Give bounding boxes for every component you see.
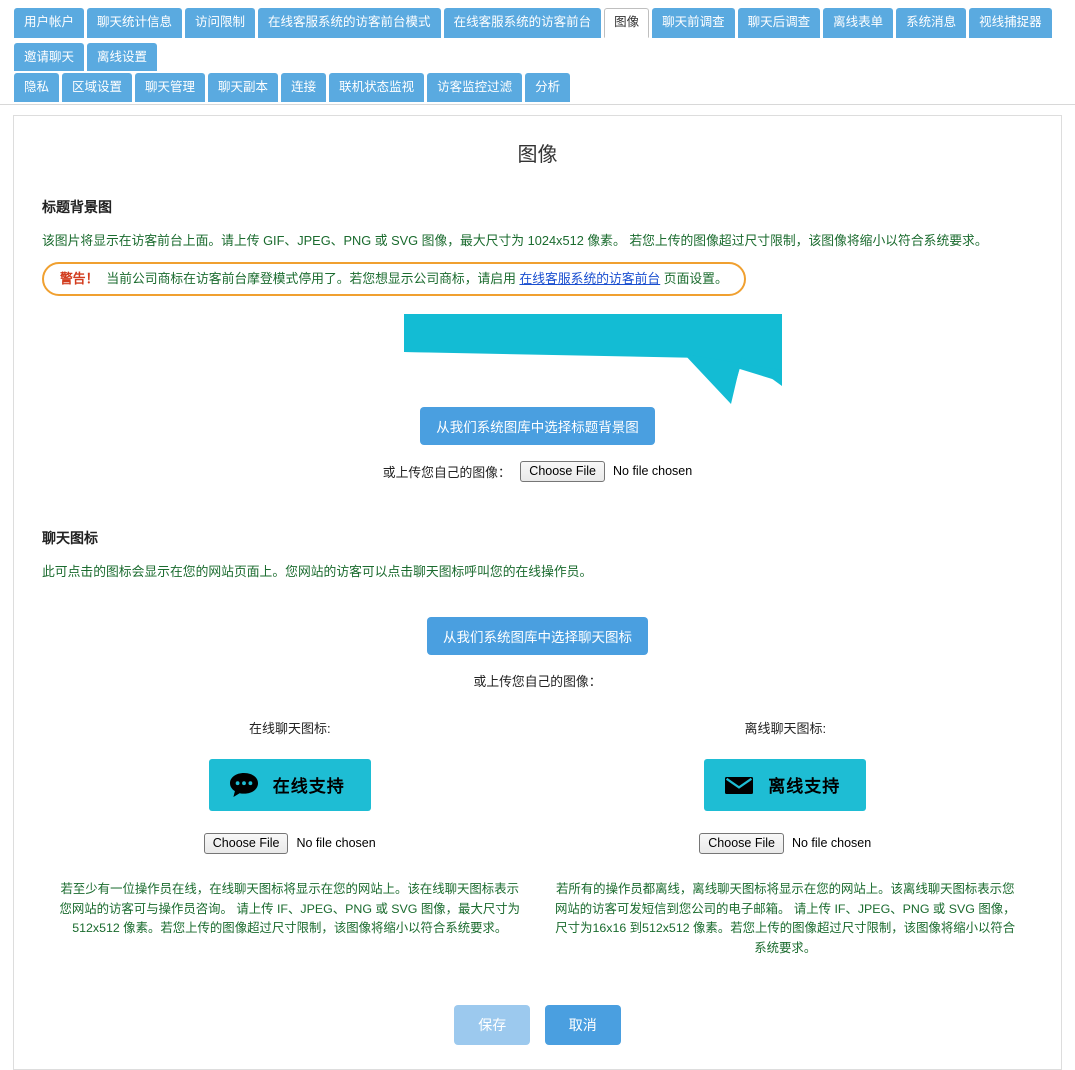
tab-8[interactable]: 聊天后调查 [738, 8, 821, 38]
offline-chat-icon-column: 离线聊天图标: 离线支持 Choose File No file chosen … [538, 718, 1034, 959]
offline-chat-badge-text: 离线支持 [768, 772, 840, 797]
tab-4[interactable]: 聊天副本 [208, 73, 278, 102]
chat-icon-description: 此可点击的图标会显示在您的网站页面上。您网站的访客可以点击聊天图标呼叫您的在线操… [42, 562, 1033, 581]
tab-10[interactable]: 系统消息 [896, 8, 966, 38]
settings-panel: 图像 标题背景图 该图片将显示在访客前台上面。请上传 GIF、JPEG、PNG … [13, 115, 1062, 1070]
tab-bar: 用户帐户聊天统计信息访问限制在线客服系统的访客前台模式在线客服系统的访客前台图像… [0, 0, 1075, 105]
header-file-input[interactable]: Choose File No file chosen [520, 461, 692, 482]
warning-text-before: 当前公司商标在访客前台摩登模式停用了。若您想显示公司商标，请启用 [106, 271, 516, 286]
header-background-section: 标题背景图 该图片将显示在访客前台上面。请上传 GIF、JPEG、PNG 或 S… [42, 197, 1033, 482]
online-chat-icon-file-input[interactable]: Choose File No file chosen [204, 833, 376, 854]
header-gallery-row: 从我们系统图库中选择标题背景图 [42, 407, 1033, 445]
header-background-preview [42, 312, 1033, 407]
tab-5[interactable]: 在线客服系统的访客前台 [444, 8, 602, 38]
tab-1[interactable]: 隐私 [14, 73, 59, 102]
choose-header-from-gallery-button[interactable]: 从我们系统图库中选择标题背景图 [420, 407, 655, 445]
warning-label: 警告！ [60, 271, 98, 286]
online-chat-badge-text: 在线支持 [273, 772, 345, 797]
offline-chat-icon-file-input[interactable]: Choose File No file chosen [699, 833, 871, 854]
offline-chat-badge-preview: 离线支持 [704, 759, 866, 811]
tab-row-1: 用户帐户聊天统计信息访问限制在线客服系统的访客前台模式在线客服系统的访客前台图像… [14, 8, 1075, 73]
tab-8[interactable]: 分析 [525, 73, 570, 102]
tab-3[interactable]: 聊天管理 [135, 73, 205, 102]
tab-9[interactable]: 离线表单 [823, 8, 893, 38]
form-actions: 保存 取消 [42, 1005, 1033, 1045]
offline-choose-file-button[interactable]: Choose File [699, 833, 784, 854]
header-upload-row: 或上传您自己的图像： Choose File No file chosen [42, 461, 1033, 482]
header-choose-file-button[interactable]: Choose File [520, 461, 605, 482]
chat-icon-upload-label: 或上传您自己的图像： [474, 674, 602, 689]
offline-chat-icon-description: 若所有的操作员都离线，离线聊天图标将显示在您的网站上。该离线聊天图标表示您网站的… [538, 880, 1034, 959]
page-title: 图像 [42, 138, 1033, 167]
tab-2[interactable]: 聊天统计信息 [87, 8, 182, 38]
offline-chat-icon-upload-row: Choose File No file chosen [538, 833, 1034, 854]
online-chat-icon-upload-row: Choose File No file chosen [42, 833, 538, 854]
tab-3[interactable]: 访问限制 [185, 8, 255, 38]
tab-2[interactable]: 区域设置 [62, 73, 132, 102]
tab-11[interactable]: 视线捕捉器 [969, 8, 1052, 38]
cancel-button[interactable]: 取消 [545, 1005, 621, 1045]
tab-13[interactable]: 离线设置 [87, 43, 157, 72]
header-background-title: 标题背景图 [42, 197, 1033, 217]
header-background-description: 该图片将显示在访客前台上面。请上传 GIF、JPEG、PNG 或 SVG 图像，… [42, 231, 1033, 250]
online-chat-icon-description: 若至少有一位操作员在线，在线聊天图标将显示在您的网站上。该在线聊天图标表示您网站… [42, 880, 538, 940]
offline-chat-icon-label: 离线聊天图标: [538, 718, 1034, 737]
online-chat-badge-preview: 在线支持 [209, 759, 371, 811]
tab-12[interactable]: 邀请聊天 [14, 43, 84, 72]
visitor-frontend-settings-link[interactable]: 在线客服系统的访客前台 [519, 271, 660, 286]
online-file-name: No file chosen [296, 836, 375, 850]
chat-icon-section: 聊天图标 此可点击的图标会显示在您的网站页面上。您网站的访客可以点击聊天图标呼叫… [42, 528, 1033, 960]
online-choose-file-button[interactable]: Choose File [204, 833, 289, 854]
chat-icon-upload-label-row: 或上传您自己的图像： [42, 671, 1033, 690]
chat-icon-columns: 在线聊天图标: 在线支持 Choose File No file chosen [42, 718, 1033, 959]
header-file-name: No file chosen [613, 464, 692, 478]
speech-bubble-banner-icon [404, 314, 782, 406]
tab-5[interactable]: 连接 [281, 73, 326, 102]
tab-6[interactable]: 图像 [604, 8, 649, 38]
chat-icon-title: 聊天图标 [42, 528, 1033, 548]
tab-7[interactable]: 聊天前调查 [652, 8, 735, 38]
save-button[interactable]: 保存 [454, 1005, 530, 1045]
chat-bubble-icon [229, 772, 259, 798]
tab-7[interactable]: 访客监控过滤 [427, 73, 522, 102]
tab-1[interactable]: 用户帐户 [14, 8, 84, 38]
header-upload-label: 或上传您自己的图像： [383, 465, 511, 480]
choose-chat-icon-from-gallery-button[interactable]: 从我们系统图库中选择聊天图标 [427, 617, 648, 655]
tab-4[interactable]: 在线客服系统的访客前台模式 [258, 8, 441, 38]
warning-text-after: 页面设置。 [664, 271, 728, 286]
tab-row-2: 隐私区域设置聊天管理聊天副本连接联机状态监视访客监控过滤分析 [14, 73, 1075, 104]
envelope-icon [724, 772, 754, 798]
chat-icon-gallery-row: 从我们系统图库中选择聊天图标 [42, 617, 1033, 655]
logo-warning-box: 警告！ 当前公司商标在访客前台摩登模式停用了。若您想显示公司商标，请启用 在线客服… [42, 262, 746, 296]
online-chat-icon-column: 在线聊天图标: 在线支持 Choose File No file chosen [42, 718, 538, 959]
offline-file-name: No file chosen [792, 836, 871, 850]
tab-6[interactable]: 联机状态监视 [329, 73, 424, 102]
online-chat-icon-label: 在线聊天图标: [42, 718, 538, 737]
